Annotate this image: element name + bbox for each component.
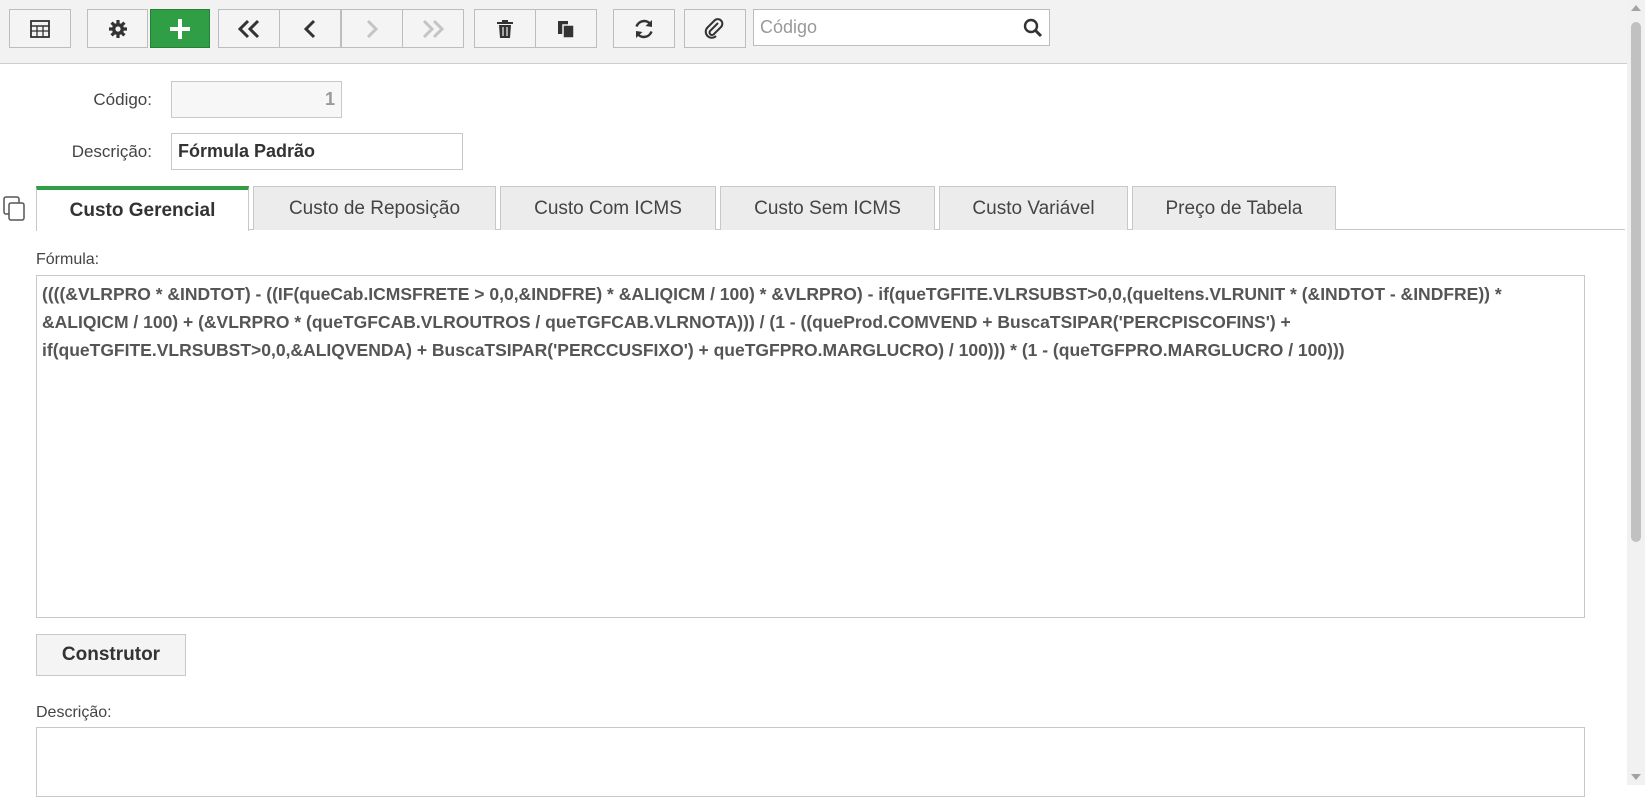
tab-custo-variavel[interactable]: Custo Variável — [939, 186, 1128, 230]
descricao-field[interactable]: Fórmula Padrão — [171, 133, 463, 170]
last-record-button[interactable] — [402, 9, 464, 48]
descricao-label: Descrição: — [71, 142, 152, 161]
delete-button[interactable] — [474, 9, 536, 48]
vertical-scrollbar[interactable] — [1627, 0, 1645, 785]
previous-record-button[interactable] — [279, 9, 341, 48]
add-button[interactable] — [150, 9, 210, 48]
attach-button[interactable] — [684, 9, 746, 48]
scrollbar-thumb[interactable] — [1631, 22, 1641, 542]
tab-preco-tabela[interactable]: Preço de Tabela — [1132, 186, 1336, 230]
first-record-button[interactable] — [218, 9, 280, 48]
search-icon[interactable] — [1023, 18, 1043, 38]
paperclip-icon — [704, 17, 724, 39]
formula-label: Fórmula: — [36, 251, 100, 268]
settings-button[interactable] — [87, 9, 148, 48]
tab-custo-reposicao[interactable]: Custo de Reposição — [253, 186, 496, 230]
tab-custo-sem-icms[interactable]: Custo Sem ICMS — [720, 186, 935, 230]
grid-view-button[interactable] — [9, 9, 71, 48]
table-icon — [30, 19, 50, 38]
formula-textarea[interactable]: ((((&VLRPRO * &INDTOT) - ((IF(queCab.ICM… — [36, 275, 1585, 618]
gear-icon — [108, 19, 127, 38]
codigo-field[interactable]: 1 — [171, 81, 342, 118]
double-chevron-left-icon — [237, 19, 260, 38]
plus-icon — [170, 18, 190, 39]
trash-icon — [497, 19, 513, 38]
tab-custo-gerencial[interactable]: Custo Gerencial — [36, 186, 249, 231]
tab-custo-com-icms[interactable]: Custo Com ICMS — [500, 186, 716, 230]
descricao-textarea[interactable] — [36, 727, 1585, 797]
next-record-button[interactable] — [341, 9, 403, 48]
refresh-icon — [635, 19, 653, 38]
copy-icon — [558, 20, 575, 39]
scroll-down-arrow-icon[interactable] — [1631, 774, 1641, 780]
toolbar — [0, 0, 1645, 64]
scroll-up-arrow-icon[interactable] — [1631, 5, 1641, 11]
search-input[interactable] — [754, 10, 1020, 45]
codigo-label: Código: — [93, 90, 152, 109]
descricao-textarea-label: Descrição: — [36, 704, 112, 721]
duplicate-button[interactable] — [535, 9, 597, 48]
clone-icon[interactable] — [3, 196, 27, 222]
search-box — [753, 9, 1050, 46]
construtor-button[interactable]: Construtor — [36, 634, 186, 676]
double-chevron-right-icon — [422, 19, 445, 38]
chevron-left-icon — [303, 19, 316, 38]
chevron-right-icon — [366, 19, 379, 38]
refresh-button[interactable] — [613, 9, 675, 48]
